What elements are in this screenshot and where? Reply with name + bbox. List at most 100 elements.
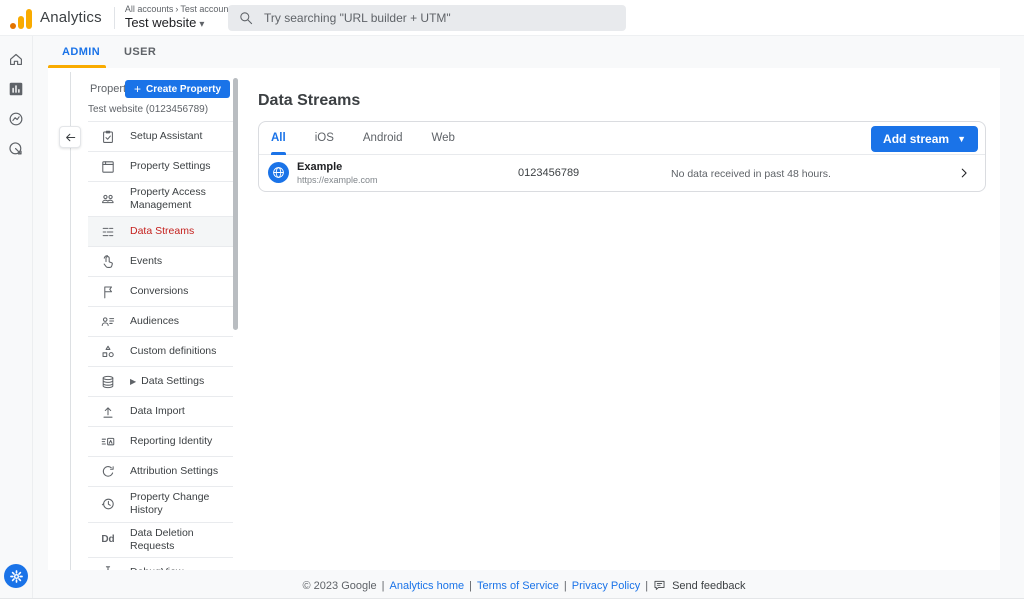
add-stream-button[interactable]: Add stream ▼ xyxy=(871,126,978,152)
bottom-edge xyxy=(0,598,1024,604)
left-navigation-rail xyxy=(0,36,33,604)
breadcrumb-account[interactable]: All accounts xyxy=(125,4,174,14)
property-menu: Setup AssistantProperty SettingsProperty… xyxy=(88,121,233,570)
upload-icon xyxy=(100,404,116,420)
menu-item-data-streams[interactable]: Data Streams xyxy=(88,216,233,246)
footer-links: | Analytics home | Terms of Service | Privacy… xyxy=(382,580,648,592)
footer-link-analytics-home[interactable]: Analytics home xyxy=(390,580,465,592)
menu-item-label: Conversions xyxy=(130,281,188,302)
chevron-down-icon: ▾ xyxy=(199,19,204,30)
stream-tab-ios[interactable]: iOS xyxy=(315,122,334,155)
stream-url: https://example.com xyxy=(297,175,378,185)
menu-item-property-settings[interactable]: Property Settings xyxy=(88,151,233,181)
stream-status: No data received in past 48 hours. xyxy=(671,168,831,180)
menu-scrollbar[interactable] xyxy=(233,78,238,330)
send-feedback-button[interactable]: Send feedback xyxy=(653,579,745,592)
analytics-logo-icon[interactable] xyxy=(10,7,32,29)
footer-separator: | xyxy=(382,580,385,592)
admin-panel: Property + Create Property Test website … xyxy=(48,68,1000,570)
explore-icon[interactable] xyxy=(7,110,25,128)
search-bar[interactable] xyxy=(228,5,626,31)
menu-item-label: Audiences xyxy=(130,311,179,332)
streams-icon xyxy=(100,224,116,240)
menu-item-label: Data Deletion Requests xyxy=(130,523,227,557)
footer-separator: | xyxy=(645,580,648,592)
menu-item-audiences[interactable]: Audiences xyxy=(88,306,233,336)
menu-item-label: Data Import xyxy=(130,401,185,422)
current-property-name[interactable]: Test website xyxy=(125,15,197,30)
logo-bar-small xyxy=(18,16,24,29)
footer-link-privacy-policy[interactable]: Privacy Policy xyxy=(572,580,640,592)
menu-item-label: DebugView xyxy=(130,562,184,570)
menu-item-reporting-identity[interactable]: Reporting Identity xyxy=(88,426,233,456)
breadcrumb-separator-icon: › xyxy=(175,4,178,14)
people-icon xyxy=(100,191,116,207)
menu-item-data-import[interactable]: Data Import xyxy=(88,396,233,426)
logo-bar-tall xyxy=(26,9,32,29)
touch-icon xyxy=(100,254,116,270)
reports-icon[interactable] xyxy=(7,80,25,98)
create-property-label: Create Property xyxy=(146,84,221,95)
breadcrumb-subaccount[interactable]: Test account xyxy=(180,4,231,14)
clipboard-check-icon xyxy=(100,129,116,145)
menu-item-property-change-history[interactable]: Property Change History xyxy=(88,486,233,521)
stream-row[interactable]: Example https://example.com 0123456789 N… xyxy=(259,156,985,192)
create-property-button[interactable]: + Create Property xyxy=(125,80,230,98)
menu-item-data-settings[interactable]: ▶ Data Settings xyxy=(88,366,233,396)
expand-caret-icon: ▶ xyxy=(130,377,136,386)
menu-item-label: Data Settings xyxy=(141,371,204,392)
feedback-icon xyxy=(653,579,666,592)
audience-icon xyxy=(100,314,116,330)
menu-item-property-access-management[interactable]: Property Access Management xyxy=(88,181,233,216)
logo-dot xyxy=(10,23,16,29)
home-icon[interactable] xyxy=(7,50,25,68)
footer-copyright: © 2023 Google xyxy=(303,580,377,592)
stream-tab-web[interactable]: Web xyxy=(432,122,455,155)
plus-icon: + xyxy=(134,82,141,96)
admin-user-tabs: ADMIN USER xyxy=(0,36,1024,68)
menu-item-label: Events xyxy=(130,251,162,272)
footer-link-terms-of-service[interactable]: Terms of Service xyxy=(477,580,559,592)
menu-item-label: Custom definitions xyxy=(130,341,216,362)
account-property-switcher[interactable]: All accounts›Test account Test website▾ xyxy=(125,5,231,30)
stream-tab-all[interactable]: All xyxy=(271,122,286,155)
flag-icon xyxy=(100,284,116,300)
menu-item-custom-definitions[interactable]: Custom definitions xyxy=(88,336,233,366)
history-icon xyxy=(100,496,116,512)
debug-icon xyxy=(100,564,116,570)
stream-name: Example xyxy=(297,161,342,173)
menu-item-setup-assistant[interactable]: Setup Assistant xyxy=(88,121,233,151)
collapse-column-button[interactable] xyxy=(59,126,81,148)
menu-item-label: Reporting Identity xyxy=(130,431,212,452)
database-icon xyxy=(100,374,116,390)
attribution-icon xyxy=(100,464,116,480)
menu-item-attribution-settings[interactable]: Attribution Settings xyxy=(88,456,233,486)
search-icon xyxy=(238,10,254,26)
tab-user[interactable]: USER xyxy=(124,36,156,68)
app-name: Analytics xyxy=(40,9,102,26)
add-stream-label: Add stream xyxy=(883,132,949,146)
menu-item-label: Property Access Management xyxy=(130,182,227,216)
stream-id: 0123456789 xyxy=(518,167,579,179)
selected-property: Test website (0123456789) xyxy=(88,104,208,115)
search-input[interactable] xyxy=(264,11,616,25)
footer: © 2023 Google | Analytics home | Terms of S… xyxy=(24,579,1024,592)
menu-item-events[interactable]: Events xyxy=(88,246,233,276)
footer-separator: | xyxy=(564,580,567,592)
tab-admin[interactable]: ADMIN xyxy=(62,36,100,68)
shapes-icon xyxy=(100,344,116,360)
data-streams-card: All iOS Android Web Add stream ▼ Example ht… xyxy=(258,121,986,192)
stream-tab-android[interactable]: Android xyxy=(363,122,403,155)
dropdown-caret-icon: ▼ xyxy=(957,134,966,144)
dd-text-icon: Dd xyxy=(100,532,116,548)
chevron-right-icon[interactable] xyxy=(957,166,971,180)
globe-icon xyxy=(268,162,289,183)
breadcrumb: All accounts›Test account xyxy=(125,5,231,15)
advertising-icon[interactable] xyxy=(7,140,25,158)
menu-item-conversions[interactable]: Conversions xyxy=(88,276,233,306)
menu-item-label: Property Change History xyxy=(130,487,227,521)
menu-item-label: Setup Assistant xyxy=(130,126,202,147)
menu-item-debugview[interactable]: DebugView xyxy=(88,557,233,570)
menu-item-data-deletion-requests[interactable]: Dd Data Deletion Requests xyxy=(88,522,233,557)
menu-item-label: Attribution Settings xyxy=(130,461,218,482)
